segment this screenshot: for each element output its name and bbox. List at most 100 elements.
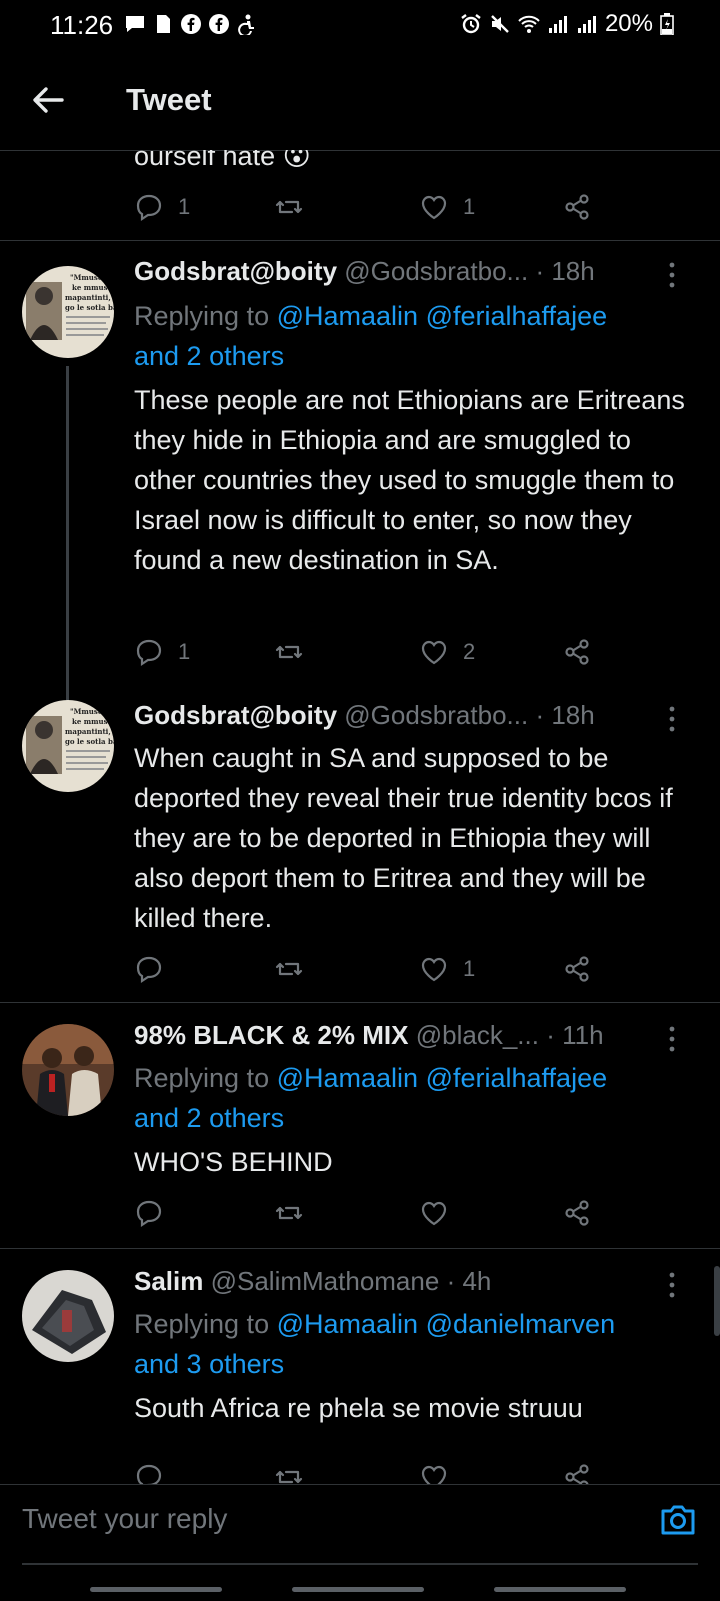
reply-icon (136, 1200, 162, 1228)
tweet-time: · 18h (535, 700, 595, 730)
mute-icon (491, 15, 509, 33)
others-link[interactable]: and 3 others (134, 1349, 284, 1379)
like-button[interactable] (419, 1462, 449, 1484)
heart-icon (421, 640, 447, 665)
photo-avatar-image (22, 1024, 114, 1116)
more-options-icon[interactable] (660, 1268, 684, 1302)
share-button[interactable] (562, 1198, 592, 1228)
others-link[interactable]: and 2 others (134, 341, 284, 371)
partial-tweet[interactable]: ourself hate 😮 1 1 (0, 150, 720, 242)
retweet-icon (275, 1470, 303, 1484)
scrollbar[interactable] (714, 1266, 720, 1336)
share-button[interactable] (562, 954, 592, 984)
reply-button[interactable]: 1 (134, 192, 190, 222)
reply-tweet[interactable]: 98% BLACK & 2% MIX @black_... · 11h Repl… (0, 1002, 720, 1248)
retweet-icon (275, 1206, 303, 1220)
mention-link[interactable]: @Hamaalin (277, 1309, 418, 1339)
share-icon (565, 956, 589, 982)
arrow-left-icon[interactable] (28, 80, 68, 120)
nav-recent-apps[interactable] (90, 1587, 222, 1592)
user-handle[interactable]: @black_... (416, 1020, 539, 1050)
tweet-meta: Salim @SalimMathomane · 4h (134, 1266, 664, 1300)
retweet-button[interactable] (274, 954, 318, 984)
share-icon (565, 1464, 589, 1484)
display-name[interactable]: Godsbrat@boity (134, 700, 337, 730)
share-button[interactable] (562, 1462, 592, 1484)
avatar-text-line: mapantinti, o ti (65, 727, 114, 736)
user-handle[interactable]: @SalimMathomane (211, 1266, 440, 1296)
share-icon (565, 639, 589, 665)
message-icon (126, 16, 144, 32)
heart-icon (421, 1465, 447, 1484)
like-button[interactable]: 1 (419, 954, 475, 984)
reply-tweet[interactable]: "Mmuso wa ke mmuso mapantinti, o ti go l… (0, 240, 720, 720)
like-button[interactable]: 1 (419, 192, 475, 222)
astonished-emoji: 😮 (282, 150, 311, 171)
avatar[interactable] (22, 1024, 114, 1116)
avatar-text-line: go le sotla banak (65, 737, 114, 746)
reply-tweet[interactable]: "Mmuso wa ke mmuso mapantinti, o ti go l… (0, 700, 720, 1006)
tweet-time: · 11h (546, 1020, 604, 1050)
heart-icon (421, 195, 447, 220)
more-options-icon[interactable] (660, 1022, 684, 1056)
like-count: 2 (463, 639, 476, 664)
tweet-text: WHO'S BEHIND (134, 1147, 333, 1177)
retweet-button[interactable] (274, 637, 318, 667)
top-bar: Tweet (0, 52, 720, 151)
system-status: 20% (460, 10, 674, 38)
retweet-button[interactable] (274, 192, 318, 222)
mention-link[interactable]: @ferialhaffajee (426, 1063, 608, 1093)
mention-link[interactable]: @danielmarven (426, 1309, 616, 1339)
display-name[interactable]: Salim (134, 1266, 203, 1296)
camera-icon[interactable] (658, 1499, 698, 1539)
reply-feed[interactable]: ourself hate 😮 1 1 "Mmuso wa ke mmuso ma… (0, 150, 720, 1484)
user-handle[interactable]: @Godsbratbo... (344, 700, 528, 730)
avatar-text-line: ke mmuso (72, 283, 113, 292)
avatar[interactable]: "Mmuso wa ke mmuso mapantinti, o ti go l… (22, 700, 114, 792)
reply-tweet[interactable]: Salim @SalimMathomane · 4h Replying to @… (0, 1248, 720, 1484)
avatar-text-line: ke mmuso (72, 717, 113, 726)
retweet-icon (275, 962, 303, 976)
reply-input[interactable]: Tweet your reply (22, 1503, 227, 1535)
tweet-text: ourself hate 😮 (134, 150, 694, 176)
reply-icon (136, 1464, 162, 1484)
reply-button[interactable]: 1 (134, 637, 190, 667)
replying-to-label: Replying to (134, 301, 277, 331)
others-link[interactable]: and 2 others (134, 1103, 284, 1133)
nav-home[interactable] (292, 1587, 424, 1592)
display-name[interactable]: 98% BLACK & 2% MIX (134, 1020, 409, 1050)
newspaper-avatar-image: "Mmuso wa ke mmuso mapantinti, o ti go l… (22, 266, 114, 358)
reply-count: 1 (178, 639, 191, 664)
signal-icon (548, 16, 567, 33)
more-options-icon[interactable] (660, 258, 684, 292)
nav-back[interactable] (494, 1587, 626, 1592)
sim-card-icon (157, 15, 170, 33)
facebook-icon (209, 14, 229, 34)
avatar-text-line: mapantinti, o ti (65, 293, 114, 302)
share-button[interactable] (562, 192, 592, 222)
like-button[interactable]: 2 (419, 637, 475, 667)
mention-link[interactable]: @Hamaalin (277, 1063, 418, 1093)
mention-link[interactable]: @Hamaalin (277, 301, 418, 331)
avatar-text-line: go le sotla banak (65, 303, 114, 312)
retweet-button[interactable] (274, 1462, 304, 1484)
tweet-text-content: ourself hate (134, 150, 276, 171)
thread-line (66, 366, 69, 720)
accessibility-icon (238, 14, 254, 35)
like-button[interactable] (419, 1198, 463, 1228)
mention-link[interactable]: @ferialhaffajee (426, 301, 608, 331)
reply-button[interactable] (134, 954, 178, 984)
more-options-icon[interactable] (660, 702, 684, 736)
reply-button[interactable] (134, 1198, 178, 1228)
share-button[interactable] (562, 637, 592, 667)
retweet-button[interactable] (274, 1198, 318, 1228)
avatar[interactable] (22, 1270, 114, 1362)
status-bar: 11:26 20% (0, 0, 720, 52)
avatar[interactable]: "Mmuso wa ke mmuso mapantinti, o ti go l… (22, 266, 114, 358)
tweet-time: · 18h (535, 256, 595, 286)
like-count: 1 (463, 956, 476, 981)
display-name[interactable]: Godsbrat@boity (134, 256, 337, 286)
reply-button[interactable] (134, 1462, 164, 1484)
notification-icons (124, 13, 258, 35)
user-handle[interactable]: @Godsbratbo... (344, 256, 528, 286)
